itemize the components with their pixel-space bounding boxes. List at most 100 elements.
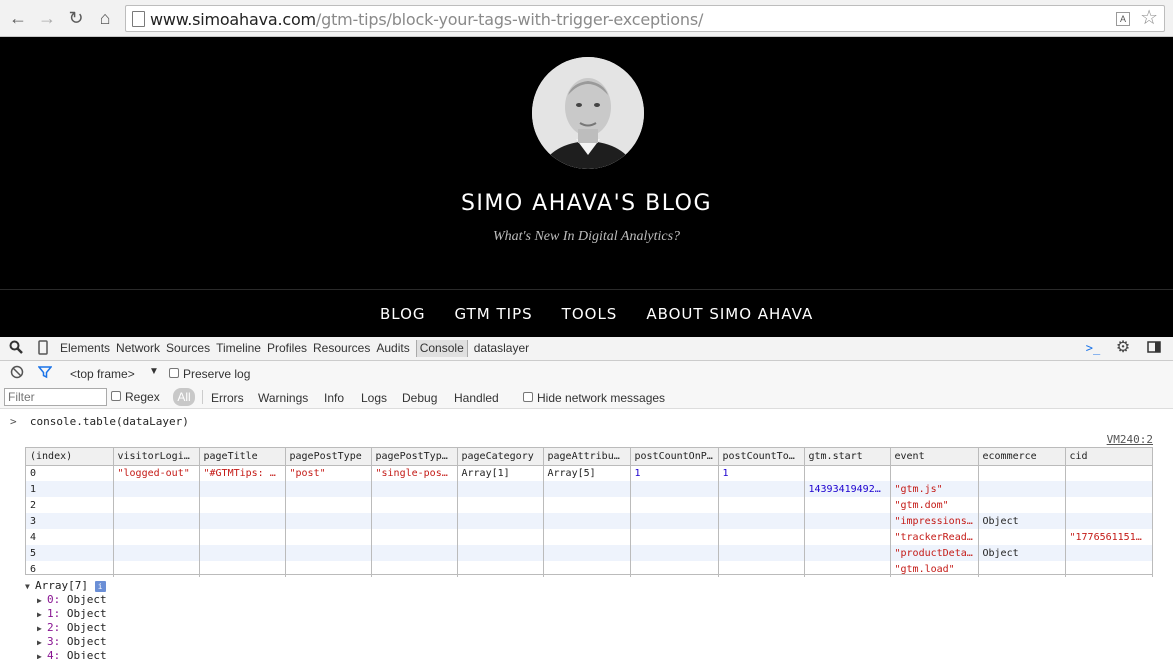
table-cell[interactable]: 1 xyxy=(718,465,805,481)
tab-dataslayer[interactable]: dataslayer xyxy=(474,341,529,357)
filter-input[interactable] xyxy=(4,388,107,406)
nav-tools[interactable]: TOOLS xyxy=(562,305,618,323)
page-icon xyxy=(132,11,145,27)
table-header[interactable]: pageCategory xyxy=(457,448,544,466)
device-mode-icon[interactable] xyxy=(35,340,51,356)
tree-item[interactable]: ▶ 4: Object xyxy=(25,649,107,659)
filter-funnel-icon[interactable] xyxy=(37,365,53,382)
regex-checkbox[interactable] xyxy=(111,391,121,401)
tree-item[interactable]: ▶ 3: Object xyxy=(25,635,107,649)
table-cell[interactable]: "logged-out" xyxy=(113,465,200,481)
table-cell xyxy=(718,481,805,497)
level-all-button[interactable]: All xyxy=(173,388,195,406)
tab-elements[interactable]: Elements xyxy=(60,341,110,357)
table-cell[interactable]: "gtm.load" xyxy=(890,561,979,577)
hide-network-checkbox[interactable] xyxy=(523,392,533,402)
settings-gear-icon[interactable]: ⚙ xyxy=(1115,340,1131,356)
tab-resources[interactable]: Resources xyxy=(313,341,370,357)
table-header[interactable]: (index) xyxy=(26,448,114,466)
tree-item[interactable]: ▶ 2: Object xyxy=(25,621,107,635)
translate-icon[interactable]: A xyxy=(1116,12,1130,26)
nav-about[interactable]: ABOUT SIMO AHAVA xyxy=(646,305,813,323)
table-header[interactable]: postCountTo… xyxy=(718,448,805,466)
nav-gtm-tips[interactable]: GTM TIPS xyxy=(455,305,533,323)
table-cell xyxy=(1065,561,1153,577)
table-cell[interactable]: 1 xyxy=(630,465,719,481)
table-cell[interactable]: "trackerRead… xyxy=(890,529,979,545)
triangle-right-icon[interactable]: ▶ xyxy=(37,594,47,608)
tab-audits[interactable]: Audits xyxy=(376,341,409,357)
table-cell[interactable]: Array[5] xyxy=(543,465,631,481)
table-cell[interactable]: 14393419492… xyxy=(804,481,891,497)
table-cell[interactable]: Object xyxy=(978,513,1066,529)
tab-profiles[interactable]: Profiles xyxy=(267,341,307,357)
level-debug[interactable]: Debug xyxy=(402,391,437,405)
table-cell[interactable]: "gtm.js" xyxy=(890,481,979,497)
url-text[interactable]: www.simoahava.com/gtm-tips/block-your-ta… xyxy=(150,10,703,29)
table-header[interactable]: visitorLogi… xyxy=(113,448,200,466)
table-cell[interactable]: "1776561151… xyxy=(1065,529,1153,545)
tree-item[interactable]: ▶ 1: Object xyxy=(25,607,107,621)
preserve-log-checkbox[interactable] xyxy=(169,368,179,378)
browser-window: ← → ↻ ⌂ www.simoahava.com/gtm-tips/block… xyxy=(0,0,1173,659)
level-warnings[interactable]: Warnings xyxy=(258,391,308,405)
triangle-right-icon[interactable]: ▶ xyxy=(37,636,47,650)
table-cell[interactable]: Array[1] xyxy=(457,465,544,481)
table-header[interactable]: postCountOnP… xyxy=(630,448,719,466)
frame-select[interactable]: <top frame> xyxy=(70,367,135,381)
table-cell[interactable]: "impressions… xyxy=(890,513,979,529)
table-cell[interactable]: 3 xyxy=(26,513,114,529)
table-cell[interactable]: "productDeta… xyxy=(890,545,979,561)
forward-arrow-icon[interactable]: → xyxy=(37,8,57,28)
clear-console-icon[interactable] xyxy=(10,365,24,382)
table-cell xyxy=(199,561,286,577)
home-icon[interactable]: ⌂ xyxy=(95,8,115,28)
tab-console[interactable]: Console xyxy=(415,340,468,357)
table-cell[interactable]: 0 xyxy=(26,465,114,481)
table-header[interactable]: cid xyxy=(1065,448,1153,466)
table-cell[interactable]: "gtm.dom" xyxy=(890,497,979,513)
back-arrow-icon[interactable]: ← xyxy=(8,8,28,28)
table-header[interactable]: pagePostTyp… xyxy=(371,448,458,466)
table-cell[interactable]: 5 xyxy=(26,545,114,561)
console-drawer-icon[interactable]: >_ xyxy=(1085,340,1101,356)
table-cell[interactable]: 1 xyxy=(26,481,114,497)
table-header[interactable]: pageTitle xyxy=(199,448,286,466)
table-header[interactable]: event xyxy=(890,448,979,466)
tree-item[interactable]: ▶ 0: Object xyxy=(25,593,107,607)
blog-title[interactable]: SIMO AHAVA'S BLOG xyxy=(0,191,1173,216)
level-logs[interactable]: Logs xyxy=(361,391,387,405)
address-bar[interactable]: www.simoahava.com/gtm-tips/block-your-ta… xyxy=(125,5,1165,32)
chevron-down-icon[interactable]: ▼ xyxy=(149,366,159,377)
dock-side-icon[interactable] xyxy=(1146,340,1162,356)
table-header[interactable]: pageAttribu… xyxy=(543,448,631,466)
table-cell[interactable]: "#GTMTips: … xyxy=(199,465,286,481)
inspect-search-icon[interactable] xyxy=(8,340,24,356)
tree-item-value: Object xyxy=(60,635,107,648)
level-errors[interactable]: Errors xyxy=(211,391,244,405)
triangle-right-icon[interactable]: ▶ xyxy=(37,622,47,636)
triangle-down-icon[interactable]: ▼ xyxy=(25,580,35,594)
table-header[interactable]: ecommerce xyxy=(978,448,1066,466)
table-cell[interactable]: "post" xyxy=(285,465,372,481)
console-toolbar: <top frame> ▼ Preserve log xyxy=(0,361,1173,385)
tree-root[interactable]: ▼ Array[7] i xyxy=(25,579,107,593)
triangle-right-icon[interactable]: ▶ xyxy=(37,650,47,659)
table-header[interactable]: gtm.start xyxy=(804,448,891,466)
tab-sources[interactable]: Sources xyxy=(166,341,210,357)
table-cell[interactable]: "single-pos… xyxy=(371,465,458,481)
tab-timeline[interactable]: Timeline xyxy=(216,341,261,357)
table-header[interactable]: pagePostType xyxy=(285,448,372,466)
source-link[interactable]: VM240:2 xyxy=(1107,433,1153,446)
reload-icon[interactable]: ↻ xyxy=(66,8,86,28)
table-cell[interactable]: 4 xyxy=(26,529,114,545)
level-handled[interactable]: Handled xyxy=(454,391,499,405)
level-info[interactable]: Info xyxy=(324,391,344,405)
triangle-right-icon[interactable]: ▶ xyxy=(37,608,47,622)
nav-blog[interactable]: BLOG xyxy=(380,305,426,323)
bookmark-star-icon[interactable]: ☆ xyxy=(1140,7,1158,29)
table-cell[interactable]: Object xyxy=(978,545,1066,561)
tab-network[interactable]: Network xyxy=(116,341,160,357)
table-cell[interactable]: 2 xyxy=(26,497,114,513)
table-cell[interactable]: 6 xyxy=(26,561,114,577)
